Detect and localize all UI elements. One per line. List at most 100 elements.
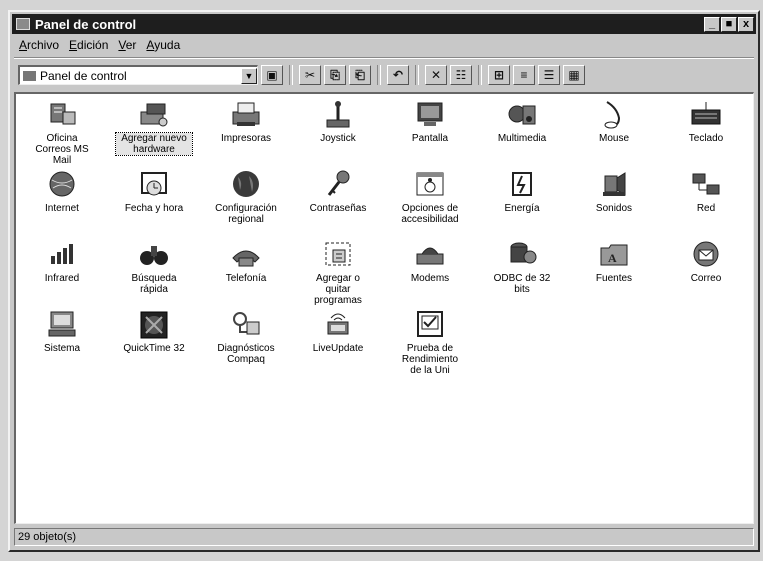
binoculars-icon (137, 238, 171, 270)
address-combo[interactable]: Panel de control ▼ (18, 65, 258, 85)
control-panel-item-odbc[interactable]: ODBC de 32 bits (476, 234, 568, 304)
control-panel-item-keyboard[interactable]: Teclado (660, 94, 752, 164)
control-panel-item-keys[interactable]: Contraseñas (292, 164, 384, 234)
item-label: Internet (45, 203, 79, 214)
address-value: Panel de control (40, 68, 127, 83)
control-panel-item-mouse[interactable]: Mouse (568, 94, 660, 164)
control-panel-item-telephone[interactable]: Telefonía (200, 234, 292, 304)
control-panel-item-accessibility[interactable]: Opciones de accesibilidad (384, 164, 476, 234)
item-label: Agregar o quitar programas (314, 273, 362, 306)
computer-icon (45, 308, 79, 340)
menu-ver[interactable]: Ver (113, 38, 141, 52)
control-panel-item-network[interactable]: Red (660, 164, 752, 234)
quicktime-icon (137, 308, 171, 340)
item-label: Teclado (688, 133, 724, 144)
item-label: Pantalla (411, 133, 449, 144)
item-label: LiveUpdate (312, 343, 364, 354)
paste-button[interactable]: ⎗ (349, 65, 371, 85)
properties-button[interactable]: ☷ (450, 65, 472, 85)
item-label: Búsqueda rápida (131, 273, 177, 295)
status-text: 29 objeto(s) (18, 531, 77, 543)
close-button[interactable]: x (738, 16, 754, 32)
control-panel-item-multimedia[interactable]: Multimedia (476, 94, 568, 164)
control-panel-item-mail-office[interactable]: Oficina Correos MS Mail (16, 94, 108, 166)
item-label: Energía (504, 203, 540, 214)
control-panel-item-checkbox[interactable]: Prueba de Rendimiento de la Uni (384, 304, 476, 376)
title-bar[interactable]: Panel de control _ ■ x (12, 14, 756, 34)
item-label: Prueba de Rendimiento de la Uni (401, 343, 459, 376)
control-panel-item-fonts-folder[interactable]: A Fuentes (568, 234, 660, 304)
keyboard-icon (689, 98, 723, 130)
cut-button[interactable]: ✂ (299, 65, 321, 85)
item-label: Diagnósticos Compaq (217, 343, 275, 365)
control-panel-item-joystick[interactable]: Joystick (292, 94, 384, 164)
display-icon (413, 98, 447, 130)
globe-icon (229, 168, 263, 200)
menu-edicion[interactable]: Edición (64, 38, 113, 52)
toolbar-separator (289, 65, 293, 85)
modem-icon (413, 238, 447, 270)
control-panel-item-liveupdate[interactable]: LiveUpdate (292, 304, 384, 374)
control-panel-item-diagnostics[interactable]: Diagnósticos Compaq (200, 304, 292, 374)
control-panel-item-binoculars[interactable]: Búsqueda rápida (108, 234, 200, 304)
up-folder-button[interactable]: ▣ (261, 65, 283, 85)
undo-button[interactable]: ↶ (387, 65, 409, 85)
control-panel-item-display[interactable]: Pantalla (384, 94, 476, 164)
mouse-icon (597, 98, 631, 130)
item-label: QuickTime 32 (123, 343, 185, 354)
item-label: Red (696, 203, 716, 214)
item-label: Oficina Correos MS Mail (35, 133, 89, 166)
internet-icon (45, 168, 79, 200)
chevron-down-icon[interactable]: ▼ (241, 67, 257, 84)
checkbox-icon (413, 308, 447, 340)
folder-icon (23, 70, 36, 81)
mail-office-icon (45, 98, 79, 130)
control-panel-item-add-hardware[interactable]: Agregar nuevo hardware (108, 94, 200, 164)
menu-ayuda[interactable]: Ayuda (141, 38, 185, 52)
power-icon (505, 168, 539, 200)
calendar-clock-icon (137, 168, 171, 200)
copy-button[interactable]: ⎘ (324, 65, 346, 85)
items-view[interactable]: Oficina Correos MS Mail Agregar nuevo har… (14, 92, 754, 524)
add-remove-programs-icon (321, 238, 355, 270)
item-label: Impresoras (220, 133, 271, 144)
control-panel-item-speaker[interactable]: Sonidos (568, 164, 660, 234)
control-panel-item-modem[interactable]: Modems (384, 234, 476, 304)
delete-button[interactable]: ✕ (425, 65, 447, 85)
menu-divider (14, 57, 754, 59)
maximize-button[interactable]: ■ (721, 16, 737, 32)
mail-icon (689, 238, 723, 270)
speaker-icon (597, 168, 631, 200)
item-label: Telefonía (225, 273, 267, 284)
control-panel-item-calendar-clock[interactable]: Fecha y hora (108, 164, 200, 234)
control-panel-item-globe[interactable]: Configuración regional (200, 164, 292, 234)
control-panel-item-add-remove-programs[interactable]: Agregar o quitar programas (292, 234, 384, 306)
control-panel-item-printer[interactable]: Impresoras (200, 94, 292, 164)
list-view-button[interactable]: ☰ (538, 65, 560, 85)
keys-icon (321, 168, 355, 200)
item-label: Contraseñas (309, 203, 367, 214)
item-label: Correo (690, 273, 722, 284)
item-label: Multimedia (497, 133, 547, 144)
menu-archivo[interactable]: Archivo (14, 38, 64, 52)
printer-icon (229, 98, 263, 130)
control-panel-item-quicktime[interactable]: QuickTime 32 (108, 304, 200, 374)
minimize-button[interactable]: _ (704, 16, 720, 32)
control-panel-window: Panel de control _ ■ x Archivo Edición V… (8, 10, 760, 552)
control-panel-item-computer[interactable]: Sistema (16, 304, 108, 374)
item-label: Infrared (44, 273, 80, 284)
small-icons-button[interactable]: ≡ (513, 65, 535, 85)
details-view-button[interactable]: ▦ (563, 65, 585, 85)
accessibility-icon (413, 168, 447, 200)
control-panel-item-power[interactable]: Energía (476, 164, 568, 234)
network-icon (689, 168, 723, 200)
large-icons-button[interactable]: ⊞ (488, 65, 510, 85)
infrared-icon (45, 238, 79, 270)
odbc-icon (505, 238, 539, 270)
control-panel-item-infrared[interactable]: Infrared (16, 234, 108, 304)
control-panel-item-mail[interactable]: Correo (660, 234, 752, 304)
status-bar: 29 objeto(s) (14, 528, 754, 546)
toolbar: Panel de control ▼ ▣ ✂ ⎘ ⎗ ↶ ✕ ☷ ⊞ ≡ ☰ ▦ (14, 62, 754, 88)
diagnostics-icon (229, 308, 263, 340)
control-panel-item-internet[interactable]: Internet (16, 164, 108, 234)
